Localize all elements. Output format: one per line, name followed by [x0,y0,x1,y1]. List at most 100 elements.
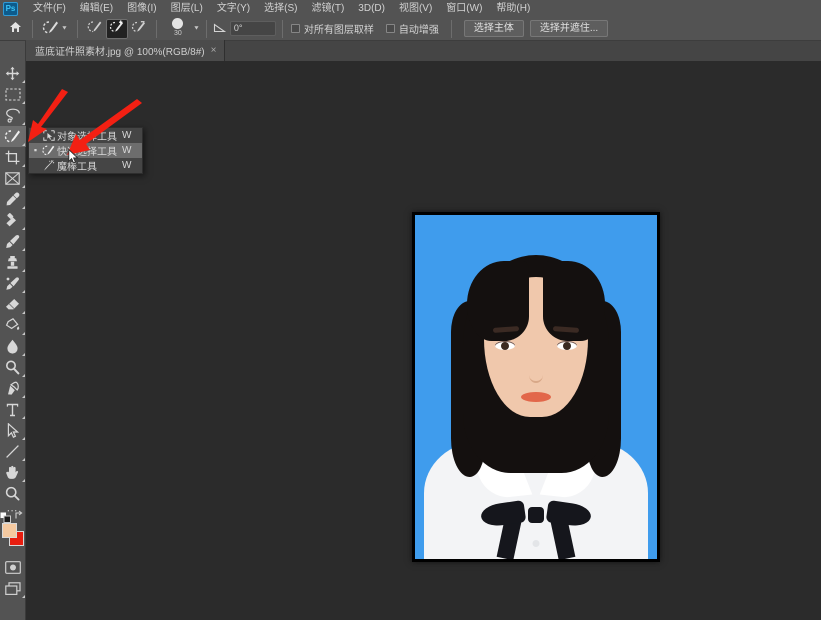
foreground-color-swatch[interactable] [1,523,17,538]
menu-3d[interactable]: 3D(D) [351,0,392,17]
current-tool-preview[interactable]: ▼ [39,19,71,39]
angle-icon [213,22,227,36]
menu-item-label: 对象选择工具 [57,132,117,143]
menu-item-magic-wand-tool[interactable]: 魔棒工具 W [29,158,142,173]
sidebar-item-zoom-tool[interactable] [0,483,26,504]
close-icon[interactable]: × [211,45,217,56]
angle-control[interactable]: 0° [213,21,276,36]
frame-icon [5,172,20,185]
mouse-cursor-icon [68,148,79,169]
crop-icon [5,150,20,165]
quick-selection-icon [4,129,21,144]
sidebar-item-pen-tool[interactable] [0,378,26,399]
angle-input[interactable]: 0° [229,21,276,36]
brush-chevron-down-icon[interactable]: ▼ [193,26,200,32]
tool-flyout-indicator [21,395,25,398]
photoshop-logo: Ps [3,1,18,16]
sidebar-item-frame-tool[interactable] [0,168,26,189]
divider [281,19,283,38]
sidebar-item-move-tool[interactable] [0,63,26,84]
sidebar-item-eyedropper-tool[interactable] [0,189,26,210]
home-icon [9,21,22,36]
screen-mode-button[interactable] [0,578,26,599]
sidebar-item-quick-selection-tool[interactable] [0,126,26,147]
chevron-down-icon[interactable]: ▼ [61,26,68,32]
sidebar-item-clone-stamp-tool[interactable] [0,252,26,273]
menu-image[interactable]: 图像(I) [120,0,163,17]
select-and-mask-button[interactable]: 选择并遮住... [529,20,609,37]
tool-flyout-indicator [21,269,25,272]
tools-panel: ⋯ [0,41,26,620]
sidebar-item-blur-tool[interactable] [0,336,26,357]
home-button[interactable] [4,19,26,39]
document-canvas[interactable] [412,212,660,562]
menu-window[interactable]: 窗口(W) [439,0,489,17]
checkbox-box[interactable] [290,24,300,33]
sidebar-item-brush-tool[interactable] [0,231,26,252]
tool-flyout-indicator [21,290,25,293]
sidebar-item-path-selection-tool[interactable] [0,420,26,441]
menu-item-quick-selection-tool[interactable]: ▪ 快速选择工具 W [29,143,142,158]
sidebar-item-paint-bucket-tool[interactable] [0,315,26,336]
tool-flyout-indicator [21,353,25,356]
document-tab[interactable]: 蓝底证件照素材.jpg @ 100%(RGB/8#) × [26,40,226,61]
menu-filter[interactable]: 滤镜(T) [305,0,352,17]
sidebar-item-eraser-tool[interactable] [0,294,26,315]
healing-brush-icon [5,213,20,228]
sidebar-item-type-tool[interactable] [0,399,26,420]
photo-pupil-right [563,342,571,350]
sidebar-item-line-tool[interactable] [0,441,26,462]
marquee-icon [4,88,21,101]
quick-selection-tool-flyout-menu[interactable]: 对象选择工具 W ▪ 快速选择工具 W 魔棒工具 W [28,127,143,174]
tool-flyout-indicator [21,122,25,125]
sidebar-item-healing-brush-tool[interactable] [0,210,26,231]
menu-help[interactable]: 帮助(H) [489,0,537,17]
document-tab-title: 蓝底证件照素材.jpg @ 100%(RGB/8#) [35,47,205,58]
tool-flyout-indicator [21,332,25,335]
checkbox-box[interactable] [385,24,395,33]
divider [76,19,78,38]
sidebar-item-dodge-tool[interactable] [0,357,26,378]
select-subject-button[interactable]: 选择主体 [463,20,524,37]
menu-item-shortcut: W [122,130,132,141]
selected-bullet: ▪ [33,145,38,155]
sidebar-item-history-brush-tool[interactable] [0,273,26,294]
quick-mask-icon [4,561,21,574]
menu-type[interactable]: 文字(Y) [210,0,257,17]
line-icon [5,444,20,459]
screen-mode-icon [4,581,21,596]
brush-icon [5,234,20,249]
selection-mode-new[interactable] [84,19,106,39]
photo-mouth [521,392,551,402]
zoom-icon [5,486,20,501]
sidebar-item-marquee-tool[interactable] [0,84,26,105]
menu-select[interactable]: 选择(S) [257,0,304,17]
brush-size-picker[interactable]: 30 [163,17,193,40]
auto-enhance-checkbox[interactable]: 自动增强 [384,21,441,36]
sidebar-item-crop-tool[interactable] [0,147,26,168]
menu-layer[interactable]: 图层(L) [164,0,210,17]
tool-flyout-indicator [21,479,25,482]
menu-view[interactable]: 视图(V) [392,0,439,17]
sample-all-layers-checkbox[interactable]: 对所有图层取样 [289,21,376,36]
sample-all-layers-label: 对所有图层取样 [303,25,374,36]
sidebar-item-lasso-tool[interactable] [0,105,26,126]
selection-mode-add[interactable] [105,18,128,39]
menu-file[interactable]: 文件(F) [26,0,73,17]
dodge-icon [5,360,20,375]
selection-mode-subtract[interactable] [128,19,150,39]
photoshop-window: Ps 文件(F) 编辑(E) 图像(I) 图层(L) 文字(Y) 选择(S) 滤… [0,0,821,620]
canvas-area[interactable] [26,62,821,620]
tool-flyout-indicator [21,143,25,146]
tool-flyout-indicator [21,101,25,104]
menu-bar: Ps 文件(F) 编辑(E) 图像(I) 图层(L) 文字(Y) 选择(S) 滤… [0,0,821,17]
photo-pupil-left [501,342,509,350]
tool-flyout-indicator [21,458,25,461]
menu-item-object-selection-tool[interactable]: 对象选择工具 W [29,128,142,143]
swap-colors-icon[interactable] [14,510,25,522]
tool-flyout-indicator [21,206,25,209]
sidebar-item-hand-tool[interactable] [0,462,26,483]
quick-mask-button[interactable] [0,557,26,578]
selection-add-icon [109,20,125,37]
menu-edit[interactable]: 编辑(E) [73,0,120,17]
